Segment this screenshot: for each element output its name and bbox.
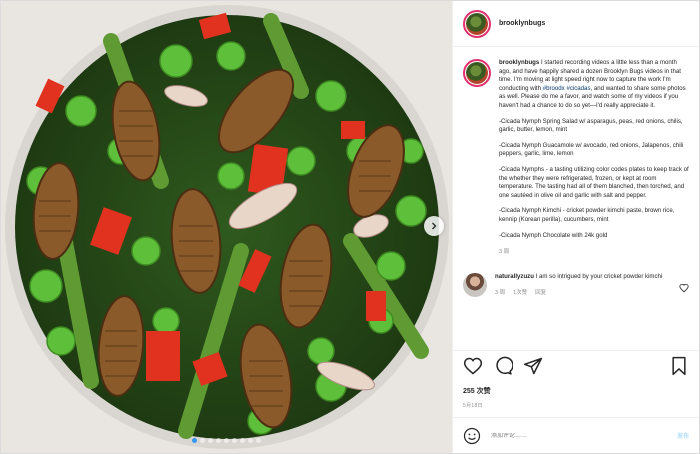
hashtag-link[interactable]: #cicadas (566, 85, 590, 92)
post-modal: brooklynbugs brooklynbugs I started reco… (0, 0, 700, 454)
like-heart-icon[interactable] (463, 356, 483, 376)
caption: brooklynbugs I started recording videos … (463, 59, 689, 257)
carousel-indicator (1, 438, 452, 443)
caption-item: -Cicada Nymph Chocolate with 24k gold (499, 231, 608, 239)
carousel-dot (208, 438, 213, 443)
commenter-avatar[interactable] (463, 272, 487, 297)
caption-username[interactable]: brooklynbugs (499, 59, 539, 66)
avatar[interactable] (463, 9, 491, 38)
caption-item: -Cicada Nymphs - a tasting utilizing col… (499, 165, 689, 199)
caption-avatar[interactable] (463, 59, 491, 87)
carousel-dot (200, 438, 205, 443)
caption-item: -Cicada Nymph Spring Salad w/ asparagus,… (499, 117, 683, 134)
carousel-dot (240, 438, 245, 443)
post-header: brooklynbugs (453, 1, 699, 47)
comment-text: I am so intrigued by your cricket powder… (535, 272, 663, 280)
post-actions (453, 350, 699, 380)
comment-item: naturallyzuzu I am so intrigued by your … (463, 272, 689, 298)
comment-body: naturallyzuzu I am so intrigued by your … (495, 273, 665, 298)
header-username[interactable]: brooklynbugs (499, 20, 545, 27)
carousel-dot (256, 438, 261, 443)
caption-item: -Cicada Nymph Kimchi - cricket powder ki… (499, 207, 675, 223)
caption-body: brooklynbugs I started recording videos … (499, 59, 689, 257)
carousel-dot (216, 438, 221, 443)
carousel-dot (224, 438, 229, 443)
caption-age[interactable]: 3 周 (499, 248, 689, 257)
post-media[interactable] (1, 1, 452, 453)
food-photo (1, 1, 452, 453)
comment-likes[interactable]: 1次赞 (513, 289, 527, 298)
side-panel: brooklynbugs brooklynbugs I started reco… (452, 1, 699, 453)
comment-input[interactable] (491, 432, 677, 439)
share-send-icon[interactable] (523, 356, 543, 376)
carousel-dot (232, 438, 237, 443)
comment-meta: 3 周 1次赞 回复 (495, 289, 665, 298)
comments-section: brooklynbugs I started recording videos … (453, 47, 699, 350)
carousel-dot (192, 438, 197, 443)
comment-like-icon[interactable] (679, 283, 689, 293)
comment-bubble-icon[interactable] (493, 356, 513, 376)
comment-username[interactable]: naturallyzuzu (495, 273, 534, 280)
caption-item: -Cicada Nymph Guacamole w/ avocado, red … (499, 141, 684, 158)
carousel-dot (248, 438, 253, 443)
comment-age[interactable]: 3 周 (495, 289, 505, 298)
carousel-next-button[interactable] (424, 216, 444, 236)
comment-reply-button[interactable]: 回复 (535, 289, 546, 298)
post-date[interactable]: 5月18日 (453, 396, 699, 417)
post-comment-button[interactable]: 发布 (677, 431, 689, 440)
hashtag-link[interactable]: #broodx (543, 85, 565, 92)
bookmark-save-icon[interactable] (669, 356, 689, 376)
like-count[interactable]: 255 次赞 (453, 380, 699, 396)
add-comment-bar: 发布 (453, 417, 699, 453)
emoji-icon[interactable] (463, 427, 481, 445)
chevron-right-icon (432, 222, 437, 230)
